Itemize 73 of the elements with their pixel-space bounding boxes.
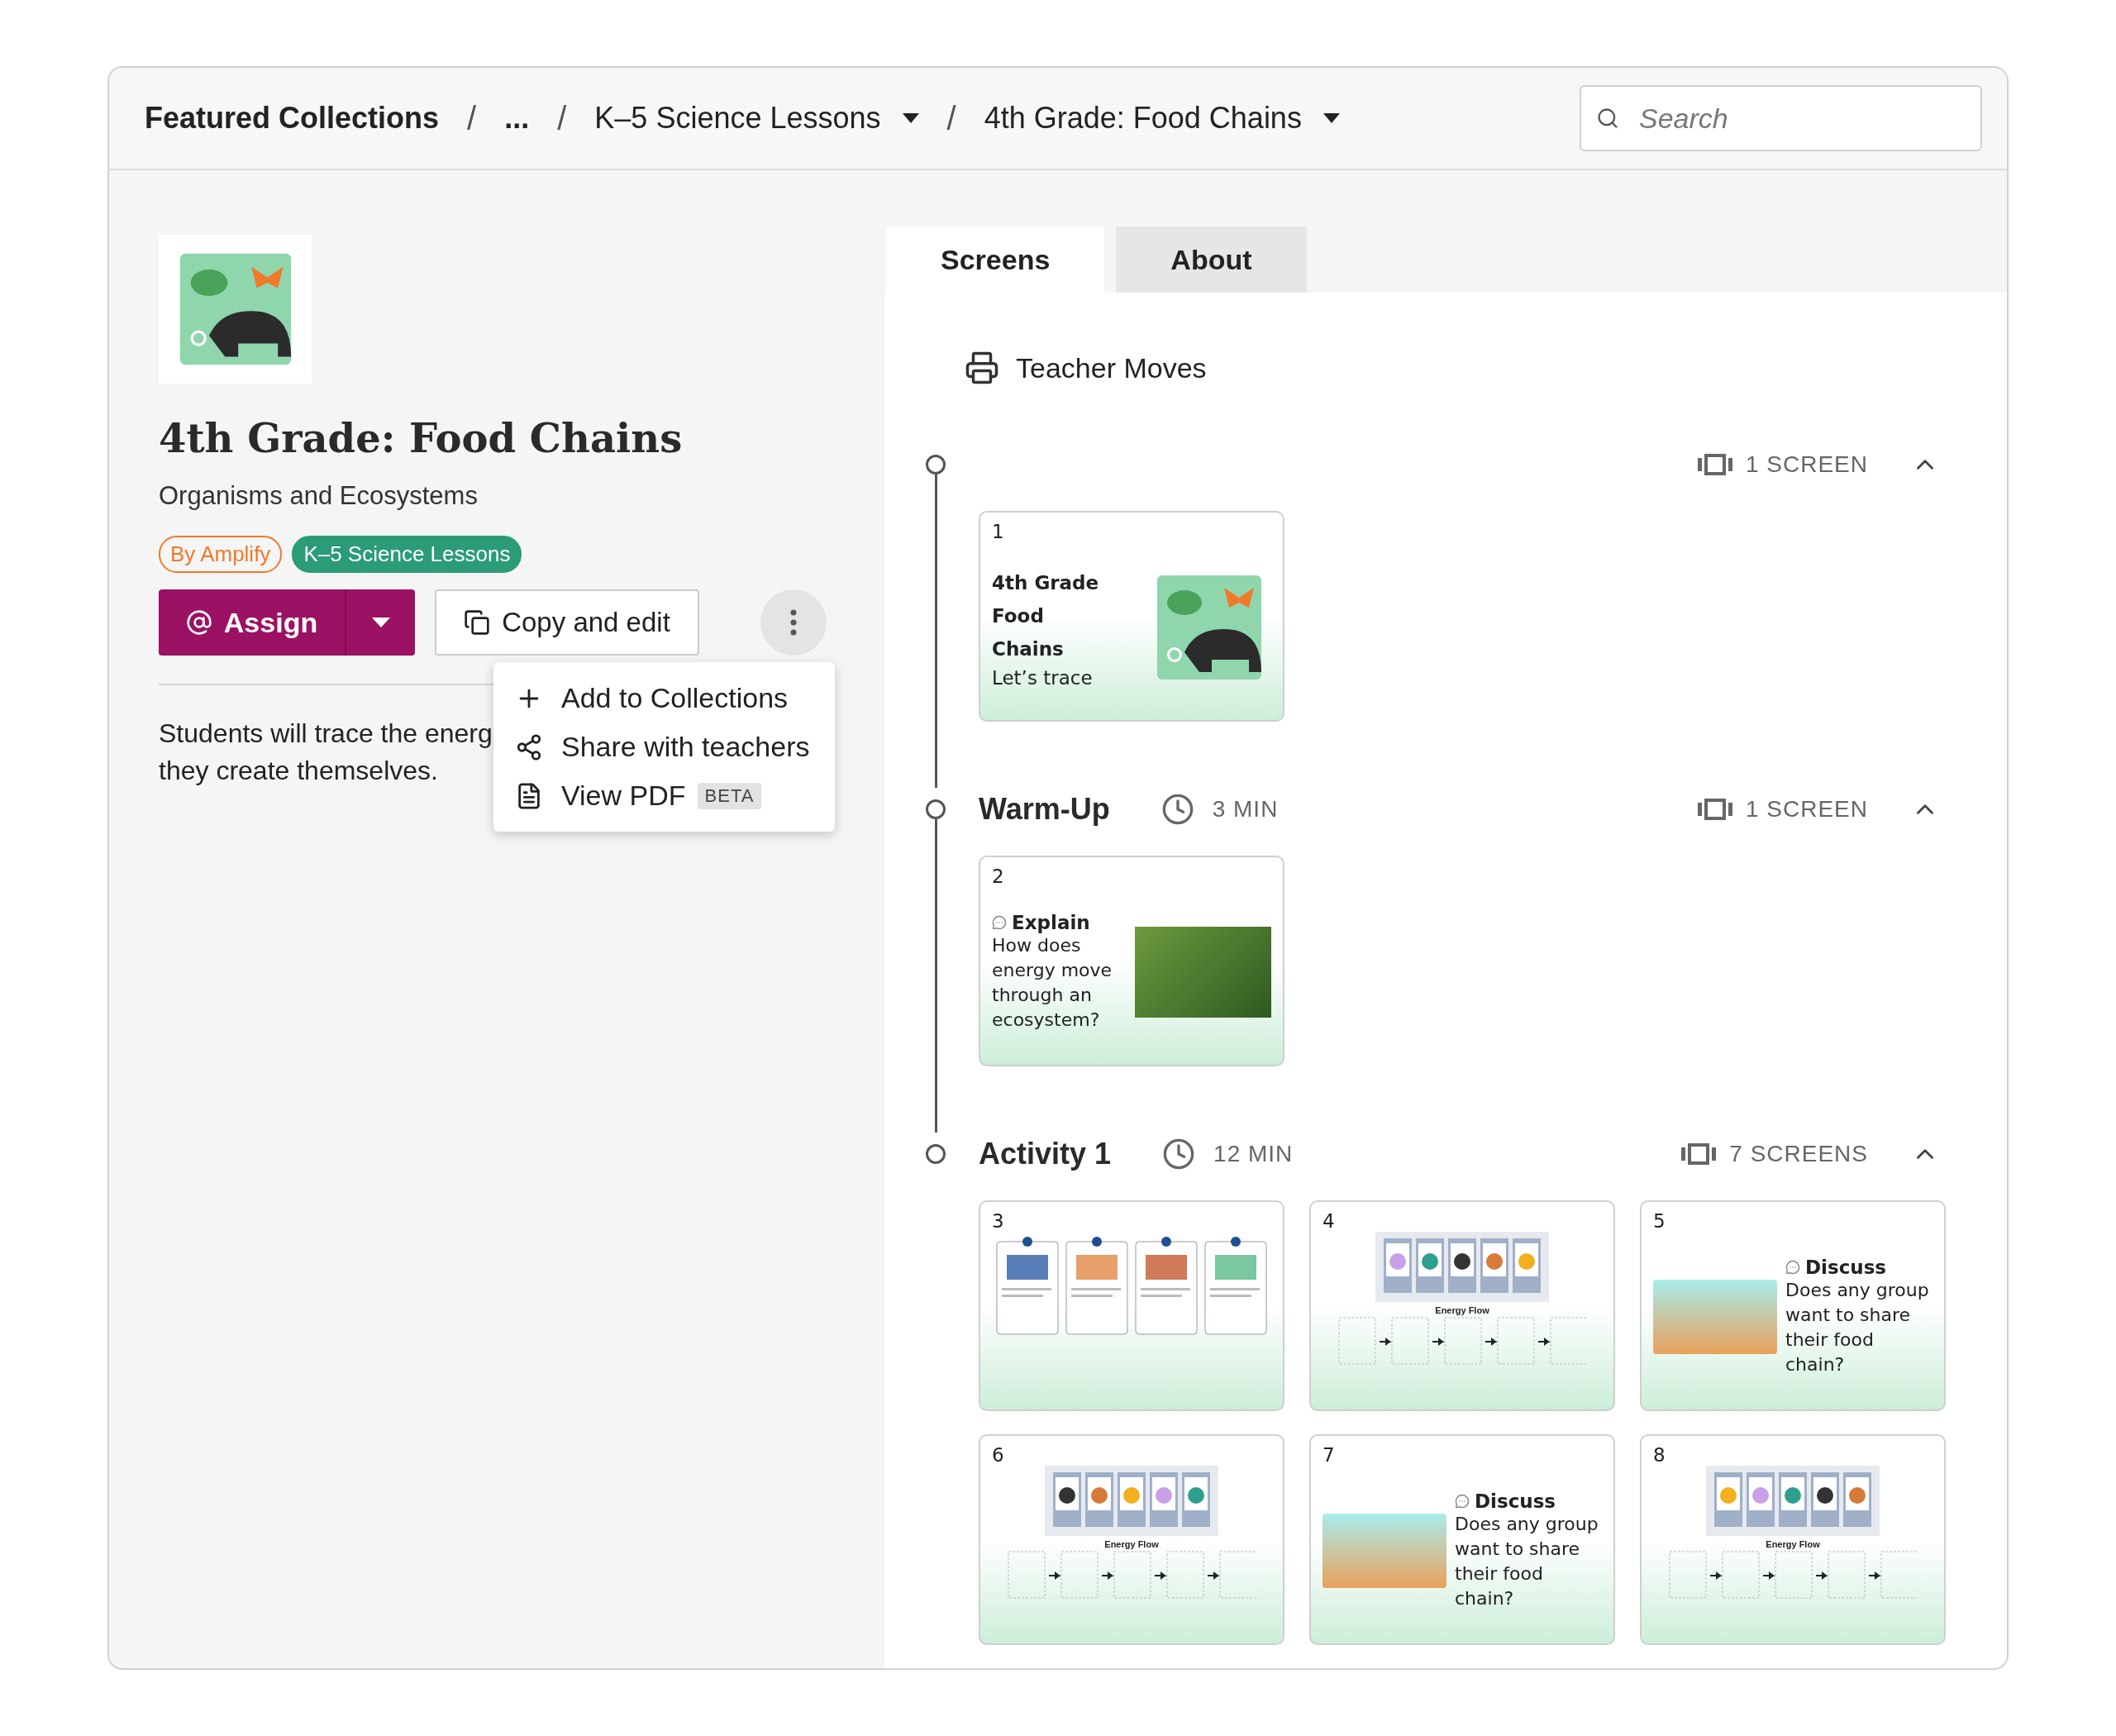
screen-thumbnail[interactable]: 7 Discuss Does any group want to share their food chain?: [1309, 1434, 1615, 1645]
screen-thumbnail[interactable]: 4 Energy Flow: [1309, 1200, 1615, 1411]
clock-icon: [1160, 793, 1194, 826]
flow-label: Energy Flow: [1103, 1539, 1160, 1549]
flow-label: Energy Flow: [1765, 1539, 1821, 1549]
prompt-label: Discuss: [1475, 1490, 1556, 1512]
caret-icon: [371, 618, 390, 627]
prompt-label: Explain: [1012, 911, 1090, 933]
screen-number: 1: [992, 521, 1005, 542]
screen-number: 8: [1653, 1444, 1666, 1466]
copy-icon: [464, 609, 491, 636]
screen-thumbnail[interactable]: 3: [979, 1200, 1284, 1411]
menu-item[interactable]: Add to Collections: [493, 674, 835, 723]
screen-thumbnail[interactable]: 1 4th Grade Food Chains Let’s trace: [979, 511, 1284, 722]
more-icon: [790, 609, 797, 636]
screens-icon: [1681, 1143, 1717, 1165]
breadcrumb-link[interactable]: 4th Grade: Food Chains: [984, 101, 1340, 136]
screen-number: 5: [1653, 1210, 1666, 1232]
thumbnail-title: 4th Grade Food Chains: [992, 570, 1100, 661]
speech-bubble-icon: [992, 914, 1007, 930]
share-icon: [515, 732, 543, 761]
speech-bubble-icon: [1455, 1493, 1470, 1509]
clock-icon: [1162, 1137, 1196, 1171]
screen-thumbnail[interactable]: 6 Energy Flow: [979, 1434, 1284, 1645]
section-title: Activity 1: [979, 1137, 1112, 1171]
screen-count: 7 SCREENS: [1729, 1141, 1868, 1167]
prompt-text: How does energy move through an ecosystem?: [992, 933, 1113, 1032]
breadcrumb-separator: /: [946, 99, 956, 137]
section-title: Warm-Up: [979, 792, 1110, 827]
search-field[interactable]: Search: [1580, 85, 1982, 151]
at-sign-icon: [185, 609, 212, 636]
screens-icon: [1697, 454, 1732, 475]
breadcrumb-separator: /: [557, 99, 567, 137]
teacher-moves-link[interactable]: Teacher Moves: [1016, 351, 1207, 384]
breadcrumb-link[interactable]: K–5 Science Lessons: [594, 101, 919, 136]
screen-number: 6: [992, 1444, 1005, 1466]
screen-thumbnail[interactable]: 2 Explain How does energy move through an ecosystem?: [979, 856, 1284, 1066]
assign-options-button[interactable]: [345, 589, 415, 656]
copy-and-edit-button[interactable]: Copy and edit: [435, 589, 699, 656]
timeline-node: [926, 455, 946, 475]
screen-number: 3: [992, 1210, 1005, 1232]
timeline-node: [926, 799, 946, 819]
screen-number: 4: [1322, 1210, 1336, 1232]
screens-icon: [1697, 799, 1732, 820]
screen-count: 1 SCREEN: [1745, 796, 1868, 823]
timeline-node: [926, 1144, 946, 1164]
screen-number: 2: [992, 866, 1005, 887]
prompt-text: Does any group want to share their food chain?: [1785, 1278, 1930, 1376]
menu-item[interactable]: Share with teachers: [493, 723, 835, 771]
assign-button[interactable]: Assign: [159, 589, 345, 656]
breadcrumb-separator: /: [467, 99, 477, 137]
breadcrumb-link[interactable]: Featured Collections: [145, 101, 440, 136]
prompt-text: Does any group want to share their food chain?: [1455, 1512, 1599, 1610]
prompt-label: Discuss: [1805, 1256, 1887, 1278]
tab[interactable]: About: [1116, 227, 1307, 293]
section-duration: 12 MIN: [1213, 1141, 1294, 1167]
section-duration: 3 MIN: [1212, 796, 1279, 823]
screen-number: 7: [1322, 1444, 1336, 1466]
lesson-title: 4th Grade: Food Chains: [159, 415, 684, 461]
printer-icon: [965, 351, 999, 385]
lesson-subtitle: Organisms and Ecosystems: [159, 481, 479, 511]
thumbnail-text: Let’s trace: [992, 666, 1094, 689]
screen-thumbnail[interactable]: 8 Energy Flow: [1640, 1434, 1946, 1645]
screen-count: 1 SCREEN: [1745, 451, 1868, 478]
flow-label: Energy Flow: [1434, 1305, 1490, 1315]
screen-thumbnail[interactable]: 5 Discuss Does any group want to share their food chain?: [1640, 1200, 1946, 1411]
breadcrumb-more[interactable]: ...: [504, 101, 530, 136]
menu-item[interactable]: View PDF BETA: [493, 771, 835, 820]
tab[interactable]: Screens: [886, 227, 1105, 293]
beta-badge: BETA: [697, 782, 762, 809]
lesson-description: they create themselves.: [159, 755, 438, 787]
lesson-description: Students will trace the energ: [159, 718, 493, 750]
speech-bubble-icon: [1785, 1259, 1800, 1275]
